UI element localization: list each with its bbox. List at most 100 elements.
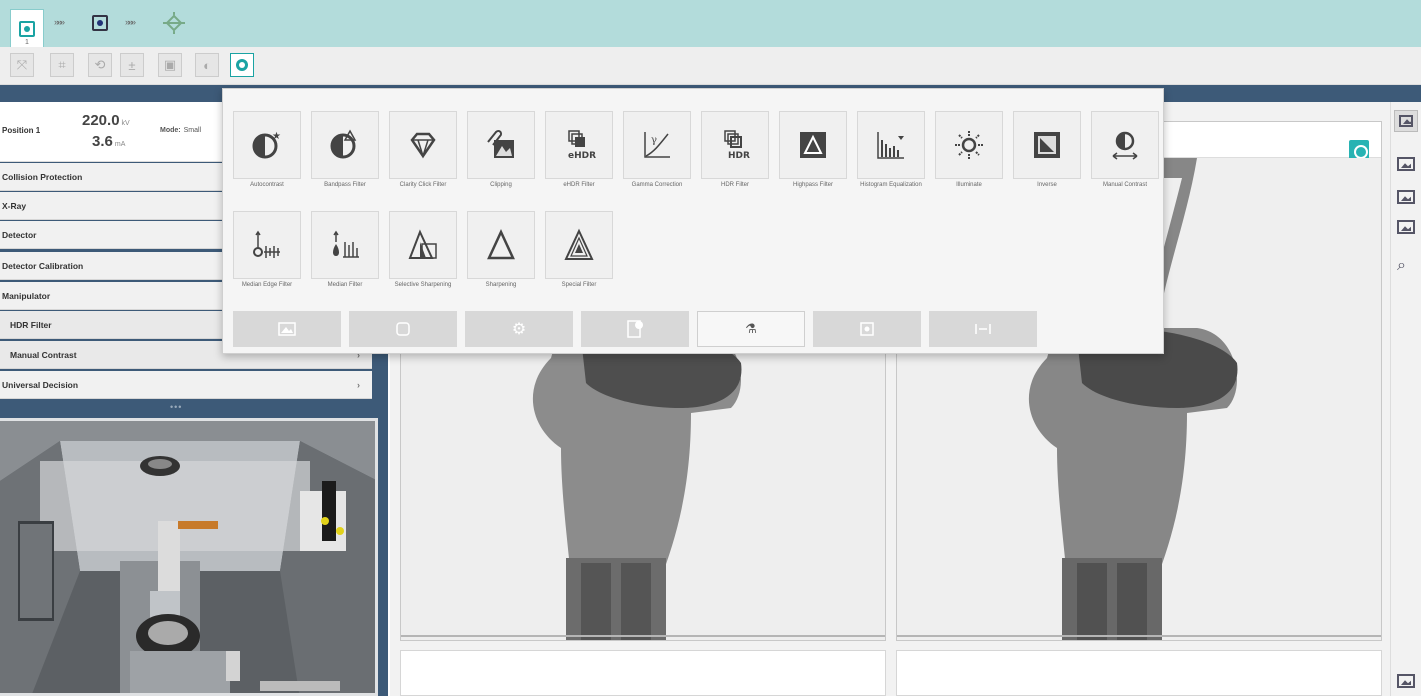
filter-category-tabs: ⚙ ⚗ <box>233 311 1153 347</box>
image-adjust-button[interactable] <box>1397 220 1415 236</box>
ehdr-icon: eHDR <box>545 111 613 179</box>
filter-hdr[interactable]: HDR HDR Filter <box>701 111 769 189</box>
filter-gamma-correction[interactable]: γ Gamma Correction <box>623 111 691 189</box>
filter-clipping[interactable]: Clipping <box>467 111 535 189</box>
ehdr-icon-text: eHDR <box>568 151 596 161</box>
contrast-icon: ◐ <box>203 57 211 73</box>
resize-grip-icon[interactable]: ••• <box>170 402 182 412</box>
filter-label: Sharpening <box>485 282 517 288</box>
filter-special[interactable]: Special Filter <box>545 211 613 289</box>
accordion-label: Collision Protection <box>2 172 83 182</box>
filter-manual-contrast[interactable]: Manual Contrast <box>1091 111 1159 189</box>
export-image-icon <box>1397 674 1415 688</box>
image-icon <box>278 322 296 336</box>
workflow-step-acquisition[interactable]: 1 <box>10 9 44 47</box>
export-image-button[interactable] <box>1397 674 1415 690</box>
toolbar-crop-button[interactable]: ⌗ <box>50 53 74 77</box>
filter-selective-sharpening[interactable]: Selective Sharpening <box>389 211 457 289</box>
tab-measure[interactable] <box>929 311 1037 347</box>
filter-label: Clarity Click Filter <box>399 182 447 188</box>
toolbar-add-button[interactable]: ± <box>120 53 144 77</box>
hdr-icon: HDR <box>701 111 769 179</box>
viewer-bottom-panel <box>896 650 1382 696</box>
zoom-icon: ⌕ <box>1397 257 1406 274</box>
report-check-icon <box>627 320 643 338</box>
tab-roi[interactable] <box>813 311 921 347</box>
image-compare-button[interactable] <box>1397 190 1415 206</box>
workflow-step-reconstruction[interactable] <box>87 10 113 36</box>
magnifier-icon <box>236 59 248 71</box>
workflow-bar: 1 »»» »»» <box>0 0 1421 47</box>
filter-label: Autocontrast <box>250 182 284 188</box>
current-value: 3.6 <box>92 133 113 150</box>
filter-autocontrast[interactable]: ★ Autocontrast <box>233 111 301 189</box>
image-stack-icon <box>1399 115 1413 127</box>
toolbar-fit-button[interactable]: ⤧ <box>10 53 34 77</box>
workflow-step-positioning[interactable] <box>163 12 185 34</box>
toolbar-rotate-button[interactable]: ⟲ <box>88 53 112 77</box>
filter-histogram-equalization[interactable]: Histogram Equalization <box>857 111 925 189</box>
toolbar-layers-button[interactable]: ▣ <box>158 53 182 77</box>
toolbar-filter-button[interactable] <box>230 53 254 77</box>
selective-sharpening-icon <box>389 211 457 279</box>
mode-readout: Mode: Small <box>160 127 201 134</box>
filter-label: Manual Contrast <box>1102 182 1148 188</box>
cabinet-camera-image <box>0 421 375 693</box>
inverse-icon <box>1013 111 1081 179</box>
tab-database[interactable] <box>349 311 457 347</box>
tab-image[interactable] <box>233 311 341 347</box>
median-edge-icon <box>233 211 301 279</box>
filter-illuminate[interactable]: Illuminate <box>935 111 1003 189</box>
manual-contrast-icon <box>1091 111 1159 179</box>
roi-icon <box>860 322 874 336</box>
accordion-label: Detector Calibration <box>2 261 84 271</box>
filter-sharpening[interactable]: Sharpening <box>467 211 535 289</box>
voltage-readout: 220.0 kV <box>82 112 130 129</box>
sharpening-icon <box>467 211 535 279</box>
tab-report[interactable] <box>581 311 689 347</box>
special-filter-icon <box>545 211 613 279</box>
gallery-button[interactable] <box>1394 110 1418 132</box>
fit-icon: ⤧ <box>16 57 28 72</box>
tab-filters[interactable]: ⚗ <box>697 311 805 347</box>
filter-clarity-click[interactable]: Clarity Click Filter <box>389 111 457 189</box>
workflow-arrow: »»» <box>54 17 65 27</box>
workflow-arrow: »»» <box>125 17 136 27</box>
accordion-label: HDR Filter <box>10 320 52 330</box>
filter-highpass[interactable]: Highpass Filter <box>779 111 847 189</box>
filter-median-edge[interactable]: Median Edge Filter <box>233 211 301 289</box>
filter-bandpass[interactable]: Bandpass Filter <box>311 111 379 189</box>
toolbar-contrast-button[interactable]: ◐ <box>195 53 219 77</box>
viewer-compare-button[interactable] <box>1349 140 1369 160</box>
current-readout: 3.6 mA <box>92 133 125 150</box>
database-icon <box>396 322 410 336</box>
plus-icon: ± <box>128 57 136 73</box>
viewer-bottom-panel <box>400 650 886 696</box>
filter-label: Illuminate <box>956 182 982 188</box>
cabinet-camera-view <box>0 418 378 696</box>
gamma-curve-icon: γ <box>623 111 691 179</box>
filter-median[interactable]: Median Filter <box>311 211 379 289</box>
histogram-icon <box>857 111 925 179</box>
mode-label: Mode: <box>160 127 181 134</box>
filter-inverse[interactable]: Inverse <box>1013 111 1081 189</box>
filter-dropdown: ★ Autocontrast Bandpass Filter Clarity C… <box>222 88 1164 354</box>
filter-label: Special Filter <box>561 282 597 288</box>
filter-label: Median Filter <box>327 282 363 288</box>
filter-label: Clipping <box>490 182 512 188</box>
image-compare-icon <box>1397 190 1415 204</box>
filter-label: Histogram Equalization <box>860 182 922 188</box>
right-tool-column: ⌕ <box>1390 102 1421 696</box>
bandpass-icon <box>311 111 379 179</box>
zoom-button[interactable]: ⌕ <box>1397 257 1415 274</box>
gear-icon: ⚙ <box>511 321 527 338</box>
camera-icon <box>19 20 35 37</box>
accordion-label: X-Ray <box>2 201 27 211</box>
filter-ehdr[interactable]: eHDR eHDR Filter <box>545 111 613 189</box>
filter-label: Bandpass Filter <box>324 182 366 188</box>
image-view-button[interactable] <box>1397 157 1415 173</box>
image-icon <box>1397 157 1415 171</box>
tab-settings[interactable]: ⚙ <box>465 311 573 347</box>
accordion-universal-decision[interactable]: Universal Decision › <box>0 371 372 399</box>
measure-icon <box>975 324 991 334</box>
